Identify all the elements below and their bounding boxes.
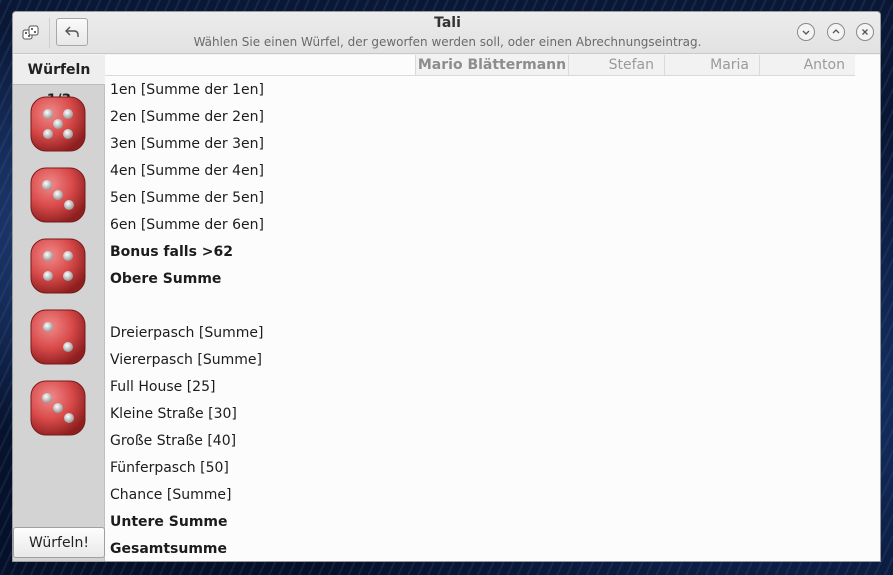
die-pip	[63, 129, 73, 139]
score-row[interactable]: Fünferpasch [50]	[110, 455, 229, 482]
player-header-anton: Anton	[759, 55, 855, 76]
die-pip	[64, 413, 74, 423]
player-header-mario: Mario Blättermann	[415, 55, 568, 76]
title-bar: Tali Wählen Sie einen Würfel, der geworf…	[13, 12, 880, 54]
die-pip	[63, 271, 73, 281]
score-row[interactable]: Dreierpasch [Summe]	[110, 320, 263, 347]
die-3[interactable]	[29, 237, 87, 295]
die-1[interactable]	[29, 95, 87, 153]
score-row[interactable]: Full House [25]	[110, 374, 215, 401]
score-row: Untere Summe	[110, 514, 228, 530]
roll-status-label: Würfeln 1/3	[13, 55, 105, 108]
score-row[interactable]: Chance [Summe]	[110, 482, 231, 509]
die-pip	[53, 403, 63, 413]
minimize-button[interactable]	[797, 23, 815, 41]
close-icon	[862, 29, 868, 35]
player-header-row: Mario Blättermann Stefan Maria Anton	[105, 55, 880, 77]
die-face-icon	[30, 380, 86, 436]
score-row[interactable]: Kleine Straße [30]	[110, 401, 237, 428]
player-header-stefan: Stefan	[568, 55, 664, 76]
window-subtitle: Wählen Sie einen Würfel, der geworfen we…	[193, 35, 702, 49]
roll-dice-button[interactable]: Würfeln!	[13, 527, 105, 558]
die-4[interactable]	[29, 308, 87, 366]
die-5[interactable]	[29, 379, 87, 437]
die-face-icon	[30, 309, 86, 365]
app-window: Tali Wählen Sie einen Würfel, der geworf…	[12, 11, 881, 562]
die-pip	[63, 251, 73, 261]
die-pip	[63, 342, 73, 352]
score-row[interactable]: 5en [Summe der 5en]	[110, 185, 264, 212]
close-button[interactable]	[856, 23, 874, 41]
maximize-icon	[832, 29, 840, 34]
maximize-button[interactable]	[827, 23, 845, 41]
die-pip	[43, 109, 53, 119]
score-row[interactable]: 4en [Summe der 4en]	[110, 158, 264, 185]
die-pip	[64, 200, 74, 210]
die-pip	[43, 271, 53, 281]
die-pip	[53, 190, 63, 200]
dice-panel: Würfeln 1/3 Würfeln!	[13, 55, 105, 561]
die-pip	[43, 322, 53, 332]
die-pip	[53, 119, 63, 129]
score-row[interactable]: 6en [Summe der 6en]	[110, 212, 264, 239]
score-row[interactable]: Große Straße [40]	[110, 428, 236, 455]
score-row: Gesamtsumme	[110, 541, 228, 557]
score-row[interactable]: 1en [Summe der 1en]	[110, 77, 264, 104]
header-spacer	[105, 55, 415, 76]
player-header-maria: Maria	[664, 55, 759, 76]
score-row: Obere Summe	[110, 271, 222, 287]
die-face-icon	[30, 238, 86, 294]
score-sheet: Mario Blättermann Stefan Maria Anton 1en…	[105, 55, 880, 561]
die-face-icon	[30, 96, 86, 152]
score-row[interactable]: Viererpasch [Summe]	[110, 347, 262, 374]
die-2[interactable]	[29, 166, 87, 224]
die-pip	[43, 129, 53, 139]
die-face-icon	[30, 167, 86, 223]
window-title: Tali	[434, 15, 461, 31]
die-pip	[42, 180, 52, 190]
score-row[interactable]: 3en [Summe der 3en]	[110, 131, 264, 158]
die-pip	[43, 251, 53, 261]
score-row[interactable]: 2en [Summe der 2en]	[110, 104, 264, 131]
die-pip	[42, 393, 52, 403]
die-pip	[63, 109, 73, 119]
minimize-icon	[802, 30, 810, 35]
score-row: Bonus falls >62	[110, 244, 233, 260]
